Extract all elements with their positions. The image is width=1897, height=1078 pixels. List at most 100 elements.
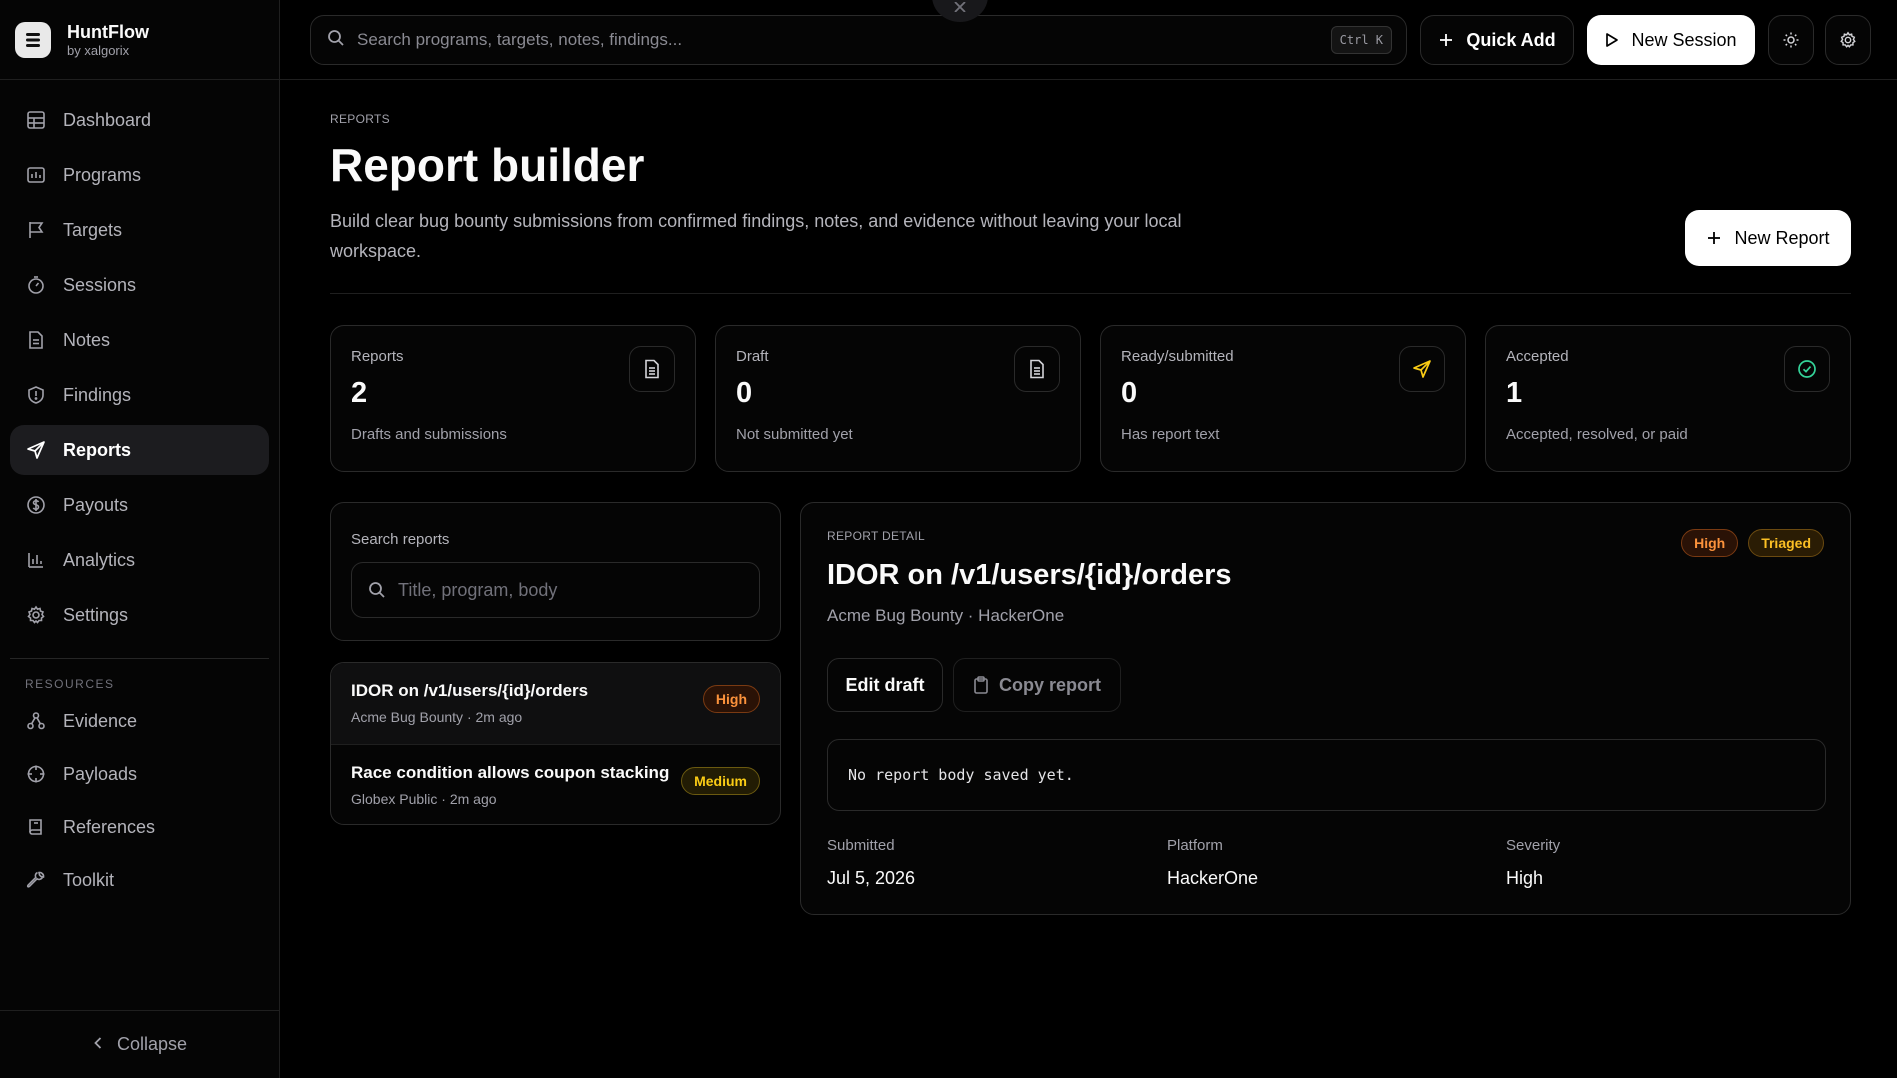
sidebar-item-label: Reports <box>63 439 132 460</box>
stat-value: 1 <box>1506 377 1523 409</box>
meta-severity: Severity High <box>1506 837 1560 889</box>
report-meta: Acme Bug Bounty · 2m ago <box>351 709 523 725</box>
edit-draft-button[interactable]: Edit draft <box>827 658 943 712</box>
sidebar-item-analytics[interactable]: Analytics <box>10 535 269 585</box>
close-icon <box>953 2 967 12</box>
stat-subtext: Drafts and submissions <box>351 426 507 443</box>
search-reports-label: Search reports <box>351 531 450 548</box>
bar-chart-icon <box>25 549 47 571</box>
sidebar-item-findings[interactable]: Findings <box>10 370 269 420</box>
meta-submitted: Submitted Jul 5, 2026 <box>827 837 915 889</box>
nodes-icon <box>25 710 47 732</box>
sidebar-item-references[interactable]: References <box>10 803 269 851</box>
collapse-sidebar-button[interactable]: Collapse <box>0 1010 280 1078</box>
new-session-button[interactable]: New Session <box>1587 15 1755 65</box>
list-item[interactable]: Race condition allows coupon stacking Gl… <box>331 744 780 824</box>
sidebar-item-evidence[interactable]: Evidence <box>10 697 269 745</box>
severity-badge: High <box>702 685 760 713</box>
dollar-circle-icon <box>25 494 47 516</box>
chart-box-icon <box>25 164 47 186</box>
stat-card-draft: Draft 0 Not submitted yet <box>715 325 1081 472</box>
sidebar-item-reports[interactable]: Reports <box>10 425 269 475</box>
list-item[interactable]: IDOR on /v1/users/{id}/orders Acme Bug B… <box>331 663 780 744</box>
copy-report-button[interactable]: Copy report <box>953 658 1121 712</box>
plus-icon <box>1706 230 1722 246</box>
play-icon <box>1605 32 1619 48</box>
sidebar-item-label: Payouts <box>63 494 129 515</box>
sidebar-item-label: Findings <box>63 384 132 405</box>
book-icon <box>25 816 47 838</box>
sidebar-item-label: Toolkit <box>63 869 115 890</box>
reports-list: IDOR on /v1/users/{id}/orders Acme Bug B… <box>330 662 781 825</box>
search-placeholder: Search programs, targets, notes, finding… <box>357 30 683 49</box>
wrench-icon <box>25 869 47 891</box>
severity-badge: High <box>1681 529 1739 557</box>
breadcrumb: REPORTS <box>330 112 390 126</box>
sidebar-divider <box>10 658 269 659</box>
stat-card-reports: Reports 2 Drafts and submissions <box>330 325 696 472</box>
theme-toggle-button[interactable] <box>1768 15 1814 65</box>
crosshair-icon <box>25 763 47 785</box>
flag-icon <box>25 219 47 241</box>
search-reports-placeholder: Title, program, body <box>398 579 558 600</box>
stat-label: Reports <box>351 348 404 365</box>
meta-label: Submitted <box>827 837 895 854</box>
quick-add-button[interactable]: Quick Add <box>1420 15 1574 65</box>
new-report-button[interactable]: New Report <box>1685 210 1851 266</box>
header-divider <box>330 293 1851 294</box>
new-session-label: New Session <box>1631 29 1737 50</box>
stat-label: Ready/submitted <box>1121 348 1234 365</box>
resources-heading: RESOURCES <box>25 677 115 691</box>
copy-report-label: Copy report <box>998 674 1101 695</box>
sidebar-item-label: Analytics <box>63 549 136 570</box>
send-icon <box>25 439 47 461</box>
sidebar-item-targets[interactable]: Targets <box>10 205 269 255</box>
quick-add-label: Quick Add <box>1466 29 1556 50</box>
sidebar-item-settings[interactable]: Settings <box>10 590 269 640</box>
clipboard-icon <box>973 676 989 694</box>
chevron-left-icon <box>93 1034 103 1055</box>
search-reports-input[interactable]: Title, program, body <box>351 562 760 618</box>
stat-value: 2 <box>351 377 368 409</box>
shortcut-badge: Ctrl K <box>1330 26 1392 54</box>
detail-title: IDOR on /v1/users/{id}/orders <box>827 559 1232 591</box>
stat-subtext: Not submitted yet <box>736 426 853 443</box>
stat-subtext: Accepted, resolved, or paid <box>1506 426 1688 443</box>
stat-value: 0 <box>736 377 753 409</box>
status-badge: Triaged <box>1748 529 1824 557</box>
meta-label: Platform <box>1167 837 1223 854</box>
global-search-input[interactable]: Search programs, targets, notes, finding… <box>310 15 1407 65</box>
sidebar: HuntFlow by xalgorix Dashboard Programs … <box>0 0 280 1078</box>
document-icon <box>1014 346 1060 392</box>
topbar: Search programs, targets, notes, finding… <box>280 0 1897 80</box>
meta-value: HackerOne <box>1167 868 1259 888</box>
stat-subtext: Has report text <box>1121 426 1220 443</box>
report-title: IDOR on /v1/users/{id}/orders <box>351 681 589 700</box>
stat-card-accepted: Accepted 1 Accepted, resolved, or paid <box>1485 325 1851 472</box>
sidebar-item-notes[interactable]: Notes <box>10 315 269 365</box>
sidebar-item-toolkit[interactable]: Toolkit <box>10 856 269 904</box>
stat-label: Accepted <box>1506 348 1569 365</box>
grid-icon <box>25 109 47 131</box>
sidebar-item-payloads[interactable]: Payloads <box>10 750 269 798</box>
sidebar-item-programs[interactable]: Programs <box>10 150 269 200</box>
sidebar-item-sessions[interactable]: Sessions <box>10 260 269 310</box>
settings-button[interactable] <box>1825 15 1871 65</box>
sidebar-item-payouts[interactable]: Payouts <box>10 480 269 530</box>
timer-icon <box>25 274 47 296</box>
check-circle-icon <box>1784 346 1830 392</box>
sidebar-item-label: Evidence <box>63 710 138 731</box>
severity-badge: Medium <box>681 767 760 795</box>
document-icon <box>629 346 675 392</box>
report-detail-panel: REPORT DETAIL IDOR on /v1/users/{id}/ord… <box>800 502 1851 915</box>
detail-eyebrow: REPORT DETAIL <box>827 529 925 543</box>
sidebar-item-label: Targets <box>63 219 123 240</box>
detail-badges: High Triaged <box>1681 529 1824 557</box>
sidebar-item-label: Notes <box>63 329 111 350</box>
page-title: Report builder <box>330 139 645 191</box>
sidebar-item-label: Sessions <box>63 274 137 295</box>
file-icon <box>25 329 47 351</box>
brand[interactable]: HuntFlow by xalgorix <box>0 0 279 80</box>
sidebar-item-dashboard[interactable]: Dashboard <box>10 95 269 145</box>
sidebar-item-label: Settings <box>63 604 129 625</box>
